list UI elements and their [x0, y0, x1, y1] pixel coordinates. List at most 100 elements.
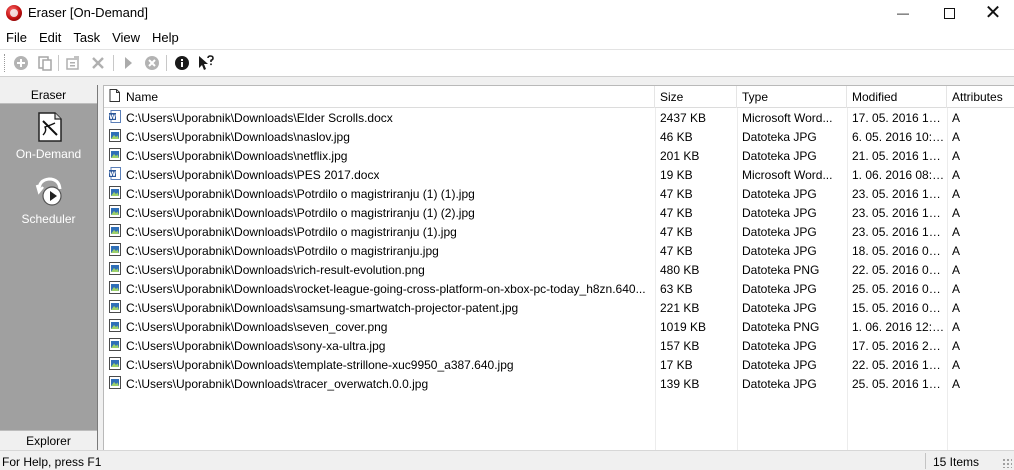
image-icon	[109, 129, 121, 142]
whats-this-button[interactable]	[196, 53, 216, 73]
image-icon	[109, 281, 121, 294]
cell-attributes: A	[952, 339, 961, 353]
sidebar: Eraser On-Demand Scheduler Explorer	[0, 85, 98, 450]
menu-view[interactable]: View	[106, 27, 146, 48]
status-item-count: 15 Items	[933, 455, 980, 469]
cell-modified: 25. 05. 2016 12:...	[852, 377, 947, 391]
toolbar-separator	[166, 55, 167, 71]
cell-modified: 18. 05. 2016 09:...	[852, 244, 947, 258]
properties-icon	[66, 56, 79, 70]
sidebar-footer[interactable]: Explorer	[0, 430, 97, 450]
menu-edit[interactable]: Edit	[33, 27, 67, 48]
file-path: C:\Users\Uporabnik\Downloads\Potrdilo o …	[126, 244, 439, 258]
column-header-type[interactable]: Type	[737, 86, 847, 108]
status-bar: For Help, press F1 15 Items	[0, 450, 1014, 470]
table-row[interactable]: C:\Users\Uporabnik\Downloads\Potrdilo o …	[104, 241, 1014, 260]
menu-help[interactable]: Help	[146, 27, 185, 48]
stop-icon	[145, 56, 159, 70]
cell-modified: 15. 05. 2016 09:...	[852, 301, 947, 315]
paste-button[interactable]	[35, 53, 55, 73]
cell-attributes: A	[952, 149, 961, 163]
table-row[interactable]: C:\Users\Uporabnik\Downloads\sony-xa-ult…	[104, 336, 1014, 355]
cell-attributes: A	[952, 244, 961, 258]
table-row[interactable]: C:\Users\Uporabnik\Downloads\Potrdilo o …	[104, 203, 1014, 222]
about-button[interactable]	[172, 53, 192, 73]
menu-task[interactable]: Task	[67, 27, 106, 48]
table-row[interactable]: W C:\Users\Uporabnik\Downloads\Elder Scro…	[104, 108, 1014, 127]
cell-modified: 17. 05. 2016 20:...	[852, 339, 947, 353]
table-row[interactable]: C:\Users\Uporabnik\Downloads\seven_cover…	[104, 317, 1014, 336]
sidebar-item-on-demand[interactable]: On-Demand	[0, 111, 97, 161]
cell-name: C:\Users\Uporabnik\Downloads\seven_cover…	[104, 317, 655, 336]
cell-modified: 25. 05. 2016 08:...	[852, 282, 947, 296]
column-header-size[interactable]: Size	[655, 86, 737, 108]
file-path: C:\Users\Uporabnik\Downloads\tracer_over…	[126, 377, 429, 391]
table-row[interactable]: C:\Users\Uporabnik\Downloads\Potrdilo o …	[104, 184, 1014, 203]
column-header-modified[interactable]: Modified	[847, 86, 947, 108]
table-row[interactable]: C:\Users\Uporabnik\Downloads\netflix.jpg…	[104, 146, 1014, 165]
column-header-attributes[interactable]: Attributes	[947, 86, 1014, 108]
table-row[interactable]: C:\Users\Uporabnik\Downloads\tracer_over…	[104, 374, 1014, 393]
cell-attributes: A	[952, 358, 961, 372]
cell-size: 47 KB	[660, 206, 693, 220]
close-button[interactable]: ✕	[970, 0, 1014, 26]
table-row[interactable]: C:\Users\Uporabnik\Downloads\naslov.jpg 4…	[104, 127, 1014, 146]
cell-size: 47 KB	[660, 225, 693, 239]
cell-type: Microsoft Word...	[742, 111, 833, 125]
minimize-icon: —	[897, 6, 909, 20]
stop-button[interactable]	[142, 53, 162, 73]
cell-name: C:\Users\Uporabnik\Downloads\Potrdilo o …	[104, 241, 655, 260]
cell-name: C:\Users\Uporabnik\Downloads\rocket-leag…	[104, 279, 655, 298]
minimize-button[interactable]: —	[880, 0, 926, 26]
file-path: C:\Users\Uporabnik\Downloads\template-st…	[126, 358, 514, 372]
cell-modified: 17. 05. 2016 10:...	[852, 111, 947, 125]
delete-button[interactable]	[88, 53, 108, 73]
table-row[interactable]: C:\Users\Uporabnik\Downloads\template-st…	[104, 355, 1014, 374]
cell-modified: 6. 05. 2016 10:2...	[852, 130, 947, 144]
cell-type: Datoteka JPG	[742, 206, 817, 220]
column-header-name[interactable]: Name	[104, 86, 655, 108]
close-icon: ✕	[984, 2, 1002, 24]
task-list[interactable]: Name Size Type Modified Attributes W C:\U…	[103, 85, 1014, 450]
cell-attributes: A	[952, 377, 961, 391]
cell-name: C:\Users\Uporabnik\Downloads\tracer_over…	[104, 374, 655, 393]
image-icon	[109, 300, 121, 313]
cell-name: C:\Users\Uporabnik\Downloads\samsung-sma…	[104, 298, 655, 317]
cell-attributes: A	[952, 320, 961, 334]
toolbar-grip[interactable]	[4, 54, 7, 72]
word-icon: W	[109, 110, 121, 123]
cell-size: 47 KB	[660, 244, 693, 258]
maximize-button[interactable]	[926, 0, 972, 26]
run-button[interactable]	[118, 53, 138, 73]
list-rows: W C:\Users\Uporabnik\Downloads\Elder Scro…	[104, 108, 1014, 393]
cell-type: Datoteka PNG	[742, 320, 820, 334]
cell-name: W C:\Users\Uporabnik\Downloads\PES 2017.d…	[104, 165, 655, 184]
table-row[interactable]: C:\Users\Uporabnik\Downloads\samsung-sma…	[104, 298, 1014, 317]
cell-modified: 1. 06. 2016 12:5...	[852, 320, 947, 334]
sidebar-item-label: Scheduler	[21, 212, 76, 226]
file-path: C:\Users\Uporabnik\Downloads\samsung-sma…	[126, 301, 519, 315]
cell-size: 63 KB	[660, 282, 693, 296]
resize-grip-icon[interactable]	[1002, 458, 1012, 468]
toolbar-separator	[113, 55, 114, 71]
menu-file[interactable]: File	[0, 27, 33, 48]
table-row[interactable]: W C:\Users\Uporabnik\Downloads\PES 2017.d…	[104, 165, 1014, 184]
table-row[interactable]: C:\Users\Uporabnik\Downloads\rich-result…	[104, 260, 1014, 279]
cell-modified: 21. 05. 2016 10:...	[852, 149, 947, 163]
properties-button[interactable]	[63, 53, 83, 73]
image-icon	[109, 319, 121, 332]
cell-name: W C:\Users\Uporabnik\Downloads\Elder Scro…	[104, 108, 655, 127]
image-icon	[109, 357, 121, 370]
file-path: C:\Users\Uporabnik\Downloads\seven_cover…	[126, 320, 388, 334]
sidebar-item-scheduler[interactable]: Scheduler	[0, 176, 97, 226]
maximize-icon	[943, 7, 955, 19]
image-icon	[109, 243, 121, 256]
table-row[interactable]: C:\Users\Uporabnik\Downloads\rocket-leag…	[104, 279, 1014, 298]
sidebar-header[interactable]: Eraser	[0, 85, 97, 104]
table-row[interactable]: C:\Users\Uporabnik\Downloads\Potrdilo o …	[104, 222, 1014, 241]
file-path: C:\Users\Uporabnik\Downloads\rocket-leag…	[126, 282, 646, 296]
new-task-button[interactable]	[11, 53, 31, 73]
cell-name: C:\Users\Uporabnik\Downloads\netflix.jpg	[104, 146, 655, 165]
cell-attributes: A	[952, 187, 961, 201]
cell-size: 139 KB	[660, 377, 700, 391]
